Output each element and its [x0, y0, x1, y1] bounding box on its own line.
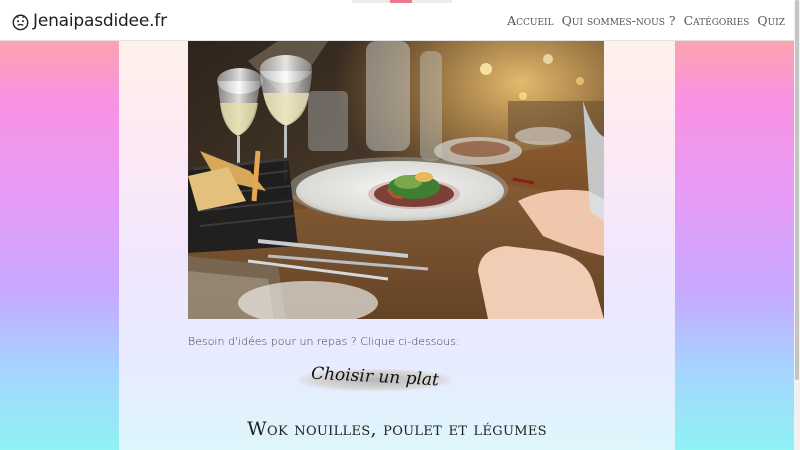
- nav-link-qui-sommes-nous[interactable]: Qui sommes-nous ?: [562, 13, 676, 28]
- brand-name: Jenaipasdidee.fr: [33, 11, 167, 31]
- smiley-face-icon: [12, 14, 29, 30]
- hero-image: [188, 41, 604, 319]
- nav-link-categories[interactable]: Catégories: [684, 13, 750, 28]
- intro-text: Besoin d'idées pour un repas ? Clique ci…: [188, 335, 460, 348]
- main-nav: Accueil Qui sommes-nous ? Catégories Qui…: [507, 13, 785, 28]
- choose-dish-button[interactable]: Choisir un plat: [295, 361, 455, 401]
- scrollbar-thumb[interactable]: [795, 0, 799, 380]
- top-accent-bar: [352, 0, 452, 3]
- top-navbar: Jenaipasdidee.fr Accueil Qui sommes-nous…: [0, 0, 794, 41]
- restaurant-table-photo: [188, 41, 604, 319]
- recipe-title: Wok nouilles, poulet et légumes: [247, 418, 547, 440]
- main-content: Besoin d'idées pour un repas ? Clique ci…: [119, 41, 675, 450]
- nav-link-quiz[interactable]: Quiz: [757, 13, 785, 28]
- page-scrollbar[interactable]: [794, 0, 800, 450]
- brand-link[interactable]: Jenaipasdidee.fr: [11, 8, 167, 34]
- nav-link-accueil[interactable]: Accueil: [507, 13, 554, 28]
